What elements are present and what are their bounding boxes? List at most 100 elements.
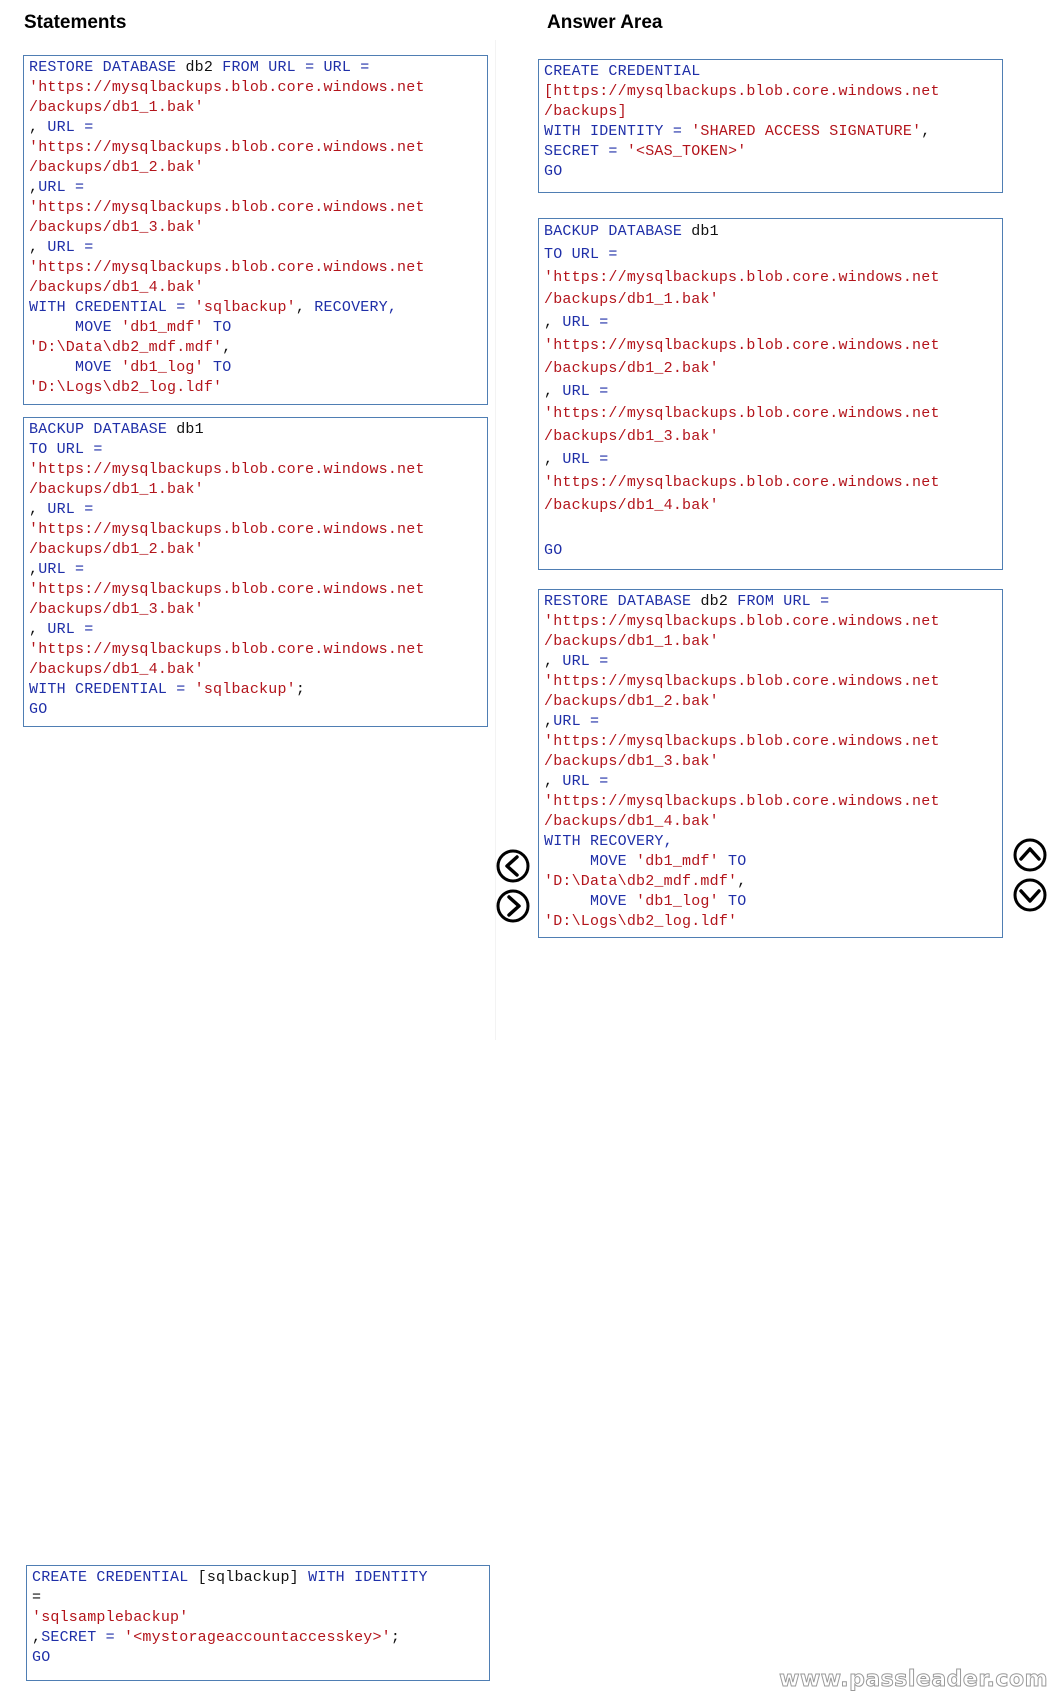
statement-item[interactable]: BACKUP DATABASE db1 TO URL ='https://mysq…	[23, 417, 488, 727]
code-line: /backups/db1_3.bak'	[544, 426, 997, 449]
move-right-button[interactable]	[496, 889, 530, 923]
sql-text: ,	[29, 239, 48, 256]
sql-string: /backups/db1_3.bak'	[544, 753, 719, 770]
answer-item[interactable]: BACKUP DATABASE db1 TO URL ='https://mysq…	[538, 218, 1003, 570]
code-line: BACKUP DATABASE db1	[29, 420, 482, 440]
sql-string: 'D:\Data\db2_mdf.mdf'	[544, 873, 738, 890]
code-line: /backups/db1_4.bak'	[29, 660, 482, 680]
sql-string: '<mystorageaccountaccesskey>'	[124, 1629, 391, 1646]
sql-string: 'D:\Data\db2_mdf.mdf'	[29, 339, 223, 356]
code-line: 'https://mysqlbackups.blob.core.windows.…	[29, 138, 482, 158]
code-line: SECRET = '<SAS_TOKEN>'	[544, 142, 997, 162]
code-line: MOVE 'db1_log' TO	[29, 358, 482, 378]
sql-string: 'sqlsamplebackup'	[32, 1609, 189, 1626]
sql-string: /backups/db1_2.bak'	[544, 693, 719, 710]
code-line: 'D:\Logs\db2_log.ldf'	[29, 378, 482, 398]
sql-string: 'D:\Logs\db2_log.ldf'	[29, 379, 223, 396]
sql-text: ,	[544, 382, 563, 400]
sql-string: /backups/db1_4.bak'	[544, 813, 719, 830]
code-line: /backups/db1_2.bak'	[29, 540, 482, 560]
code-line: ,URL =	[29, 560, 482, 580]
sql-keyword: URL =	[38, 561, 85, 578]
sql-string: 'sqlbackup'	[194, 681, 296, 698]
sql-keyword: BACKUP DATABASE	[544, 223, 692, 240]
code-line: 'https://mysqlbackups.blob.core.windows.…	[29, 258, 482, 278]
code-line: CREATE CREDENTIAL [sqlbackup] WITH IDENT…	[32, 1568, 484, 1588]
sql-keyword: BACKUP DATABASE	[29, 421, 177, 438]
code-line: [https://mysqlbackups.blob.core.windows.…	[544, 82, 997, 102]
code-line: CREATE CREDENTIAL	[544, 62, 997, 82]
code-line: , URL =	[29, 620, 482, 640]
code-line: GO	[544, 540, 997, 563]
sql-text: ;	[390, 1629, 401, 1646]
code-line: 'https://mysqlbackups.blob.core.windows.…	[29, 78, 482, 98]
sql-string: '<SAS_TOKEN>'	[626, 143, 747, 160]
code-line: 'https://mysqlbackups.blob.core.windows.…	[29, 198, 482, 218]
move-up-icon	[1013, 838, 1047, 872]
sql-string: 'https://mysqlbackups.blob.core.windows.…	[29, 641, 425, 658]
sql-text: db2	[185, 59, 223, 76]
sql-keyword: WITH RECOVERY,	[544, 833, 673, 850]
code-block: CREATE CREDENTIAL [sqlbackup] WITH IDENT…	[32, 1568, 484, 1668]
statement-item[interactable]: CREATE CREDENTIAL [sqlbackup] WITH IDENT…	[26, 1565, 490, 1681]
sql-text: =	[32, 1589, 42, 1606]
sql-keyword: CREATE CREDENTIAL	[32, 1569, 198, 1586]
sql-string: /backups/db1_3.bak'	[29, 219, 204, 236]
code-line: ,URL =	[29, 178, 482, 198]
move-left-button[interactable]	[496, 849, 530, 883]
code-line: /backups/db1_2.bak'	[544, 358, 997, 381]
sql-keyword: URL =	[553, 713, 600, 730]
code-line: 'https://mysqlbackups.blob.core.windows.…	[29, 460, 482, 480]
sql-keyword: CREATE CREDENTIAL	[544, 63, 701, 80]
code-line: 'https://mysqlbackups.blob.core.windows.…	[544, 472, 997, 495]
code-line: , URL =	[544, 652, 997, 672]
sql-string: /backups/db1_4.bak'	[29, 661, 204, 678]
sql-text: db2	[700, 593, 738, 610]
sql-keyword: MOVE	[29, 359, 122, 376]
watermark: www.passleader.com	[779, 1667, 1048, 1693]
sql-text: [sqlbackup]	[197, 1569, 309, 1586]
sql-keyword: MOVE	[29, 319, 122, 336]
code-line: 'D:\Logs\db2_log.ldf'	[544, 912, 997, 932]
sql-keyword: TO	[728, 853, 747, 870]
code-line: , URL =	[544, 381, 997, 404]
sql-string: 'db1_mdf'	[636, 853, 729, 870]
sql-text: ,	[921, 123, 931, 140]
sql-string: /backups/db1_1.bak'	[544, 633, 719, 650]
move-right-icon	[496, 889, 530, 923]
move-down-button[interactable]	[1013, 878, 1047, 912]
code-line: WITH CREDENTIAL = 'sqlbackup', RECOVERY,	[29, 298, 482, 318]
code-line: WITH RECOVERY,	[544, 832, 997, 852]
code-line: =	[32, 1588, 484, 1608]
sql-text: ,	[32, 1629, 42, 1646]
code-line: MOVE 'db1_mdf' TO	[544, 852, 997, 872]
sql-text: db1	[176, 421, 204, 438]
sql-string: [https://mysqlbackups.blob.core.windows.…	[544, 83, 940, 100]
sql-string: 'https://mysqlbackups.blob.core.windows.…	[544, 673, 940, 690]
answer-item[interactable]: RESTORE DATABASE db2 FROM URL ='https://…	[538, 589, 1003, 938]
code-line: /backups/db1_1.bak'	[29, 98, 482, 118]
sql-keyword: GO	[544, 542, 563, 560]
sql-keyword: GO	[29, 701, 48, 718]
code-line: 'https://mysqlbackups.blob.core.windows.…	[544, 672, 997, 692]
statement-item[interactable]: RESTORE DATABASE db2 FROM URL = URL ='ht…	[23, 55, 488, 405]
sql-keyword: TO	[213, 319, 232, 336]
sql-string: /backups/db1_3.bak'	[544, 428, 719, 446]
sql-string: 'SHARED ACCESS SIGNATURE'	[691, 123, 922, 140]
code-line: 'https://mysqlbackups.blob.core.windows.…	[29, 640, 482, 660]
sql-string: 'sqlbackup'	[194, 299, 296, 316]
sql-keyword: URL =	[562, 653, 609, 670]
code-line: 'https://mysqlbackups.blob.core.windows.…	[544, 612, 997, 632]
sql-string: 'https://mysqlbackups.blob.core.windows.…	[29, 139, 425, 156]
code-line: , URL =	[544, 449, 997, 472]
code-line: /backups/db1_3.bak'	[29, 600, 482, 620]
move-up-button[interactable]	[1013, 838, 1047, 872]
code-block: CREATE CREDENTIAL [https://mysqlbackups.b…	[544, 62, 997, 182]
answer-item[interactable]: CREATE CREDENTIAL [https://mysqlbackups.b…	[538, 59, 1003, 193]
code-line: 'https://mysqlbackups.blob.core.windows.…	[544, 792, 997, 812]
sql-string: 'https://mysqlbackups.blob.core.windows.…	[544, 405, 940, 423]
sql-keyword: WITH CREDENTIAL =	[29, 681, 195, 698]
sql-string: 'https://mysqlbackups.blob.core.windows.…	[544, 613, 940, 630]
sql-text: ;	[295, 681, 306, 698]
